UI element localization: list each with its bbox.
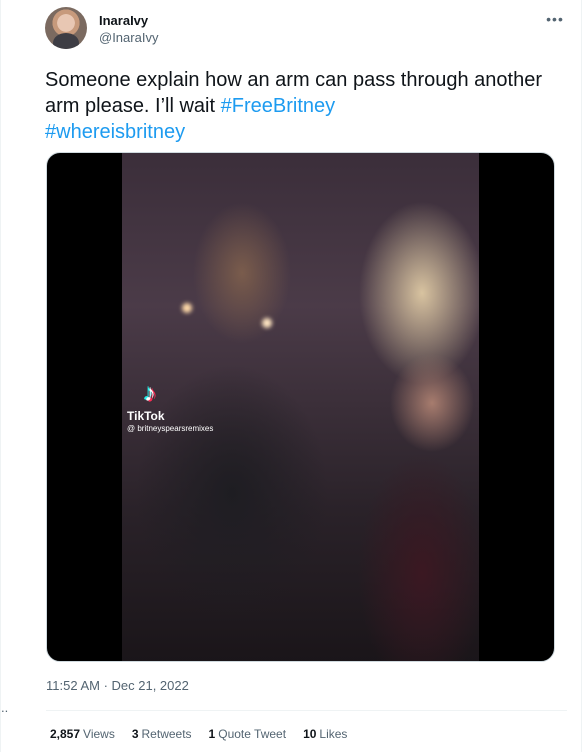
display-name[interactable]: InaraIvy — [99, 13, 158, 29]
quote-tweets-label: Quote Tweet — [218, 727, 287, 741]
views-count: 2,857 — [50, 727, 81, 741]
views-label: Views — [83, 727, 115, 741]
tweet-text: Someone explain how an arm can pass thro… — [45, 67, 555, 145]
user-handle[interactable]: @InaraIvy — [99, 30, 158, 46]
avatar[interactable] — [45, 7, 87, 49]
hashtag-whereisbritney[interactable]: #whereisbritney — [45, 121, 185, 143]
likes-count: 10 — [303, 727, 317, 741]
left-edge-dots: .. — [1, 700, 9, 715]
tiktok-logo-icon: ♪ — [144, 380, 156, 407]
tweet-stats: 2,857 Views 3 Retweets 1 Quote Tweet 10 Like… — [50, 727, 347, 741]
more-options-icon[interactable]: ••• — [543, 11, 567, 27]
tiktok-watermark: ♪ TikTok @ britneyspearsremixes — [127, 380, 214, 433]
tweet-header: InaraIvy @InaraIvy ••• — [45, 7, 567, 55]
hashtag-freebritney[interactable]: #FreeBritney — [221, 95, 336, 117]
retweets-count: 3 — [131, 727, 139, 741]
quote-tweets-count: 1 — [208, 727, 216, 741]
tiktok-username: @ britneyspearsremixes — [127, 424, 214, 433]
tweet-detail: .. InaraIvy @InaraIvy ••• Someone explai… — [0, 0, 582, 752]
quote-tweets-stat[interactable]: 1 Quote Tweet — [209, 727, 287, 741]
retweets-stat[interactable]: 3 Retweets — [132, 727, 192, 741]
retweets-label: Retweets — [141, 727, 192, 741]
divider — [46, 710, 567, 711]
background-light — [262, 318, 272, 328]
video-player[interactable]: ♪ TikTok @ britneyspearsremixes — [46, 152, 555, 662]
views-stat[interactable]: 2,857 Views — [50, 727, 115, 741]
likes-stat[interactable]: 10 Likes — [303, 727, 347, 741]
background-light — [182, 303, 192, 313]
author-names: InaraIvy @InaraIvy — [99, 13, 158, 46]
likes-label: Likes — [319, 727, 348, 741]
tiktok-brand: TikTok — [127, 409, 165, 423]
tweet-timestamp[interactable]: 11:52 AM · Dec 21, 2022 — [46, 678, 189, 693]
